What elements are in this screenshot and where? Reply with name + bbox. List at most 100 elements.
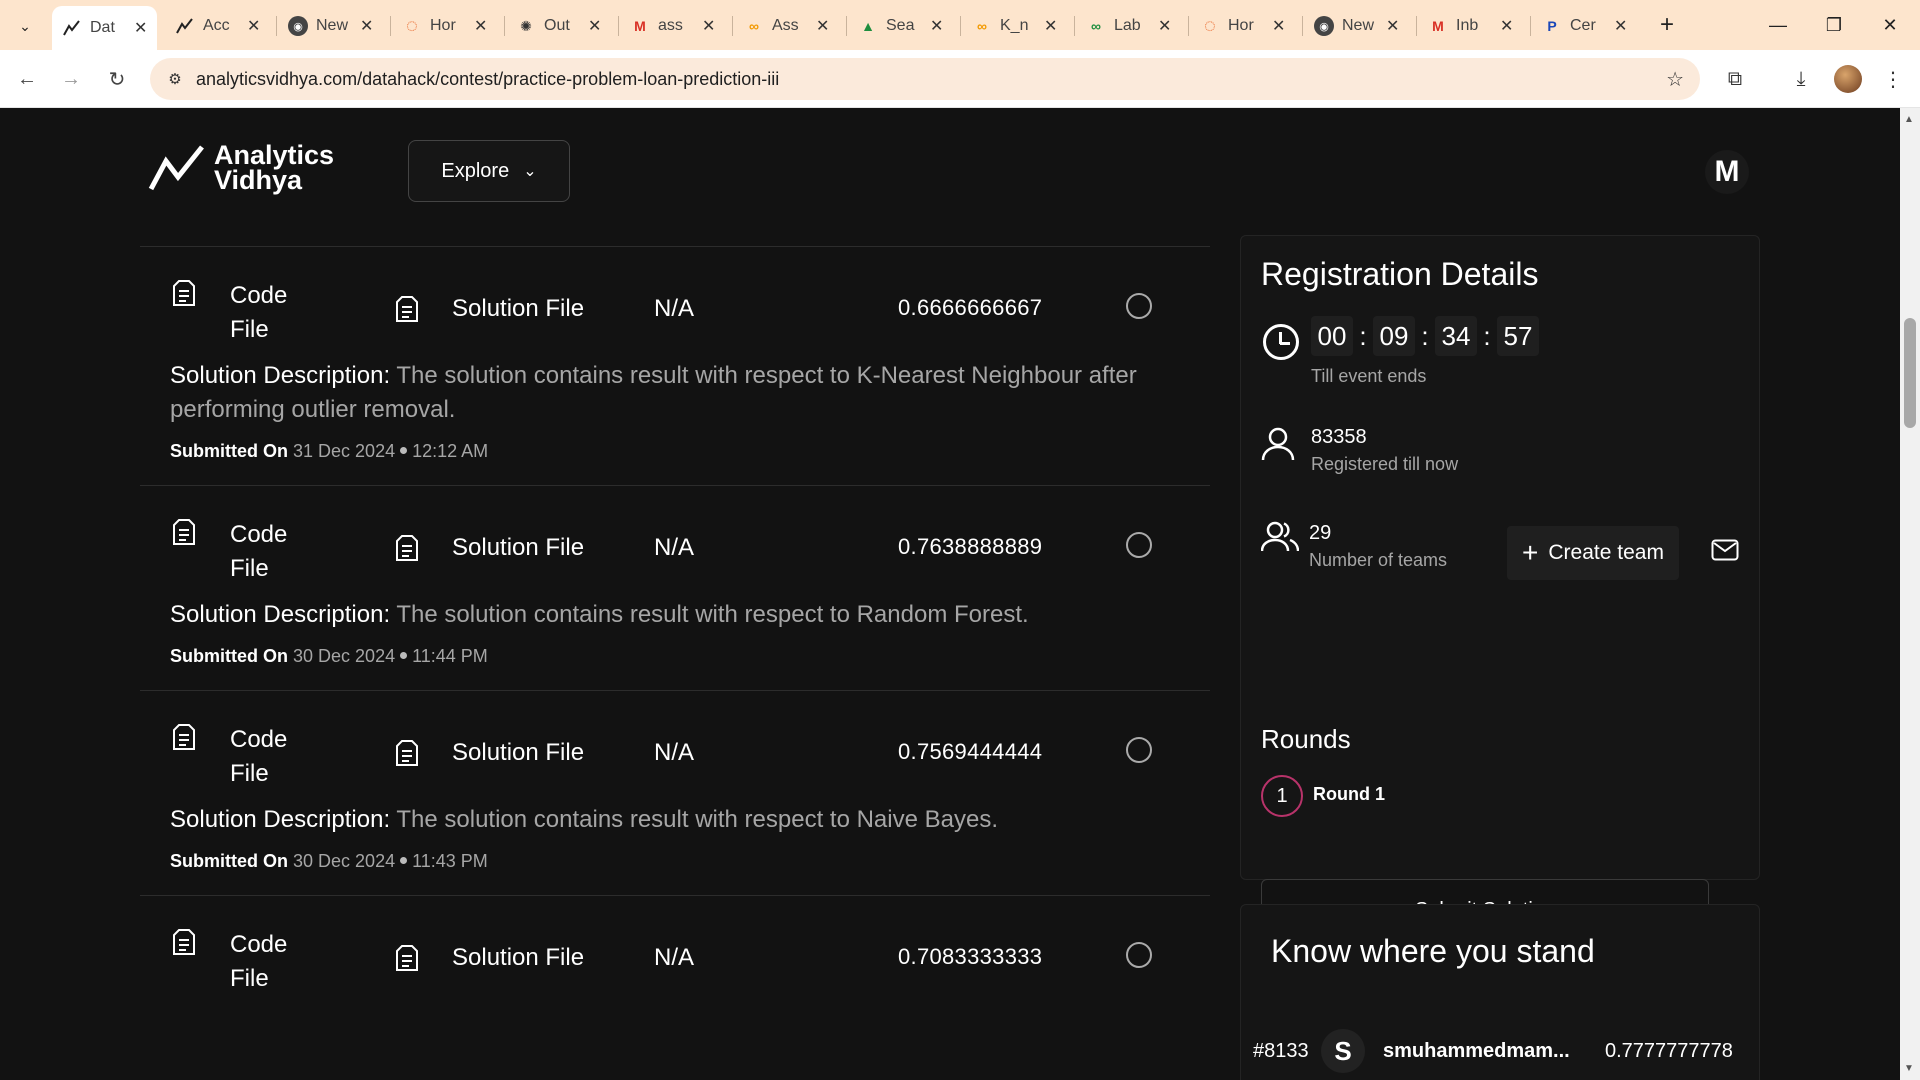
download-icon[interactable]: ⤓ (1786, 64, 1816, 94)
tab[interactable]: P Cer ✕ (1532, 8, 1637, 44)
solution-file-icon[interactable] (395, 534, 419, 562)
analytics-vidhya-logo[interactable]: Analytics Vidhya (148, 142, 334, 195)
new-tab-button[interactable]: + (1652, 10, 1682, 40)
tab-close-icon[interactable]: ✕ (930, 16, 943, 36)
tab[interactable]: ◌ Hor ✕ (392, 8, 497, 44)
profile-avatar[interactable] (1834, 65, 1862, 93)
select-submission-radio[interactable] (1126, 293, 1152, 319)
tab-close-icon[interactable]: ✕ (1272, 16, 1285, 36)
submission-item: Code File Solution File N/A 0.7083333333 (140, 895, 1210, 1008)
scroll-up-icon[interactable]: ▲ (1904, 114, 1914, 125)
page-content: Analytics Vidhya Explore ⌄ M Code File S… (0, 108, 1900, 1080)
menu-kebab-icon[interactable]: ⋮ (1878, 64, 1908, 94)
code-file-link[interactable]: Code File (230, 279, 310, 347)
url-text[interactable]: analyticsvidhya.com/datahack/contest/pra… (196, 69, 779, 90)
tab-close-icon[interactable]: ✕ (360, 16, 373, 36)
solution-file-icon[interactable] (395, 944, 419, 972)
tab[interactable]: ∞ Ass ✕ (734, 8, 839, 44)
code-file-icon[interactable] (172, 928, 196, 956)
back-icon[interactable]: ← (12, 64, 42, 94)
round-label[interactable]: Round 1 (1313, 784, 1385, 805)
code-file-icon[interactable] (172, 518, 196, 546)
tab[interactable]: ◉ New ✕ (278, 8, 383, 44)
code-file-icon[interactable] (172, 723, 196, 751)
solution-description: Solution Description: The solution conta… (140, 803, 1210, 837)
page-scrollbar[interactable]: ▲ ▼ (1900, 108, 1920, 1080)
timer-hours: 00 (1311, 316, 1353, 356)
timer-seconds: 34 (1435, 316, 1477, 356)
leaderboard-rank: #8133 (1253, 1039, 1309, 1062)
browser-toolbar: ← → ↻ ⚙ analyticsvidhya.com/datahack/con… (0, 50, 1920, 108)
tab-close-icon[interactable]: ✕ (1044, 16, 1057, 36)
team-icon (1261, 521, 1299, 552)
private-score: N/A (654, 295, 695, 322)
code-file-icon[interactable] (172, 279, 196, 307)
select-submission-radio[interactable] (1126, 942, 1152, 968)
code-file-link[interactable]: Code File (230, 518, 310, 586)
solution-file-link[interactable]: Solution File (452, 739, 584, 767)
colab-favicon-icon: ∞ (749, 18, 759, 34)
extensions-icon[interactable]: ⧉ (1720, 64, 1750, 94)
tab-close-icon[interactable]: ✕ (1158, 16, 1171, 36)
tab[interactable]: ✺ Out ✕ (506, 8, 611, 44)
logo-line2: Vidhya (214, 165, 303, 195)
solution-file-link[interactable]: Solution File (452, 944, 584, 972)
timer-caption: Till event ends (1311, 366, 1427, 386)
leaderboard-score: 0.7777777778 (1605, 1039, 1733, 1062)
tab-close-icon[interactable]: ✕ (702, 16, 715, 36)
solution-file-icon[interactable] (395, 295, 419, 323)
submitted-on: Submitted On 30 Dec 2024 11:43 PM (140, 837, 1210, 895)
tab-close-icon[interactable]: ✕ (247, 16, 260, 36)
solution-file-link[interactable]: Solution File (452, 295, 584, 323)
create-team-button[interactable]: + Create team (1507, 526, 1679, 580)
public-score: 0.6666666667 (898, 295, 1043, 320)
submission-row: Code File Solution File N/A 0.7569444444 (140, 691, 1210, 803)
scroll-down-icon[interactable]: ▼ (1904, 1063, 1914, 1074)
registration-details-card: Registration Details 00 : 09 : 34 : 57 T… (1240, 235, 1760, 941)
chrome-favicon-icon: ◉ (1314, 16, 1334, 36)
code-file-link[interactable]: Code File (230, 723, 310, 791)
bookmark-star-icon[interactable]: ☆ (1666, 67, 1684, 92)
user-avatar[interactable]: M (1705, 150, 1749, 194)
tab-close-icon[interactable]: ✕ (1614, 16, 1627, 36)
site-info-icon[interactable]: ⚙ (164, 68, 186, 90)
submitted-time: 11:44 PM (412, 646, 488, 666)
tab[interactable]: M ass ✕ (620, 8, 725, 44)
tab-close-icon[interactable]: ✕ (1500, 16, 1513, 36)
forward-icon[interactable]: → (56, 64, 86, 94)
tab-label: K_n (1000, 17, 1029, 34)
code-file-link[interactable]: Code File (230, 928, 310, 996)
explore-dropdown[interactable]: Explore ⌄ (408, 140, 570, 202)
tab[interactable]: Acc ✕ (165, 8, 270, 44)
submitted-on-label: Submitted On (170, 851, 288, 871)
mail-icon[interactable] (1711, 539, 1739, 561)
scrollbar-thumb[interactable] (1904, 318, 1916, 428)
openai-favicon-icon: ✺ (520, 17, 532, 34)
close-window-icon[interactable]: ✕ (1868, 8, 1912, 42)
address-bar[interactable]: ⚙ analyticsvidhya.com/datahack/contest/p… (150, 58, 1700, 100)
tab-close-icon[interactable]: ✕ (1386, 16, 1399, 36)
restore-icon[interactable]: ❐ (1812, 8, 1856, 42)
minimize-icon[interactable]: — (1756, 8, 1800, 42)
reload-icon[interactable]: ↻ (102, 64, 132, 94)
solution-file-link[interactable]: Solution File (452, 534, 584, 562)
tab[interactable]: M Inb ✕ (1418, 8, 1523, 44)
select-submission-radio[interactable] (1126, 532, 1152, 558)
tab[interactable]: ▲ Sea ✕ (848, 8, 953, 44)
tab-close-icon[interactable]: ✕ (816, 16, 829, 36)
tab[interactable]: ∞ K_n ✕ (962, 8, 1067, 44)
tab-active[interactable]: Dat ✕ (52, 6, 158, 50)
submitted-date: 31 Dec 2024 (293, 441, 396, 461)
logo-mark-icon (148, 145, 204, 191)
tab-search-button[interactable]: ⌄ (10, 11, 40, 41)
tab-close-icon[interactable]: ✕ (474, 16, 487, 36)
submitted-on: Submitted On 31 Dec 2024 12:12 AM (140, 427, 1210, 485)
tab[interactable]: ∞ Lab ✕ (1076, 8, 1181, 44)
tab-close-icon[interactable]: ✕ (588, 16, 601, 36)
description-label: Solution Description: (170, 362, 391, 389)
tab[interactable]: ◉ New ✕ (1304, 8, 1409, 44)
tab[interactable]: ◌ Hor ✕ (1190, 8, 1295, 44)
select-submission-radio[interactable] (1126, 737, 1152, 763)
tab-close-icon[interactable]: ✕ (134, 18, 147, 38)
solution-file-icon[interactable] (395, 739, 419, 767)
